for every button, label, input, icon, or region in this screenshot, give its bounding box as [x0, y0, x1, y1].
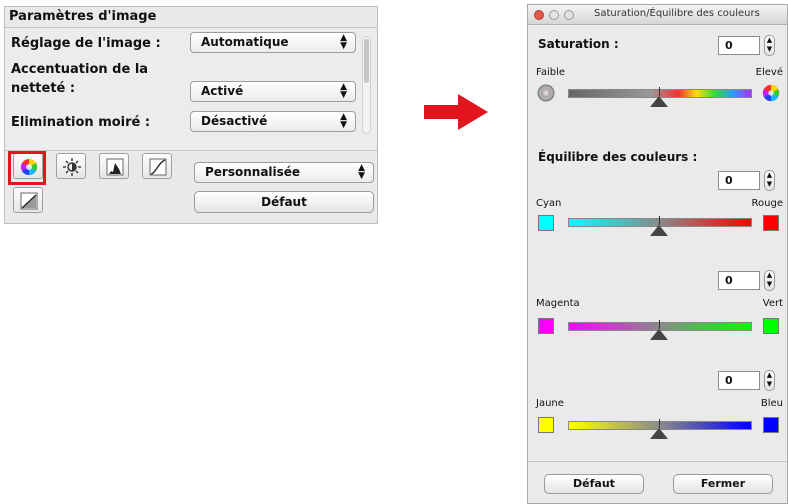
- image-adjustment-label: Réglage de l'image :: [11, 36, 161, 51]
- magenta-green-stepper[interactable]: ▲ ▼: [764, 270, 775, 291]
- sharpness-label-line1: Accentuation de la: [11, 62, 149, 77]
- yellow-label: Jaune: [536, 398, 564, 409]
- select-arrows-icon: ▲ ▼: [340, 112, 347, 130]
- scrollbar-thumb[interactable]: [364, 39, 369, 83]
- magenta-label: Magenta: [536, 298, 580, 309]
- saturation-high-label: Elevé: [755, 67, 783, 78]
- dialog-default-button[interactable]: Défaut: [544, 474, 644, 494]
- histogram-button[interactable]: [99, 153, 129, 179]
- histogram-icon: [106, 158, 124, 176]
- magenta-green-value-field[interactable]: 0: [718, 271, 760, 290]
- yellow-blue-value-field[interactable]: 0: [718, 371, 760, 390]
- moire-select[interactable]: Désactivé ▲ ▼: [190, 111, 356, 132]
- color-balance-label: Équilibre des couleurs :: [538, 150, 698, 164]
- dialog-title: Saturation/Équilibre des couleurs: [594, 8, 760, 19]
- dialog-separator: [528, 461, 787, 462]
- green-label: Vert: [762, 298, 783, 309]
- saturation-stepper[interactable]: ▲ ▼: [764, 35, 775, 56]
- brightness-contrast-icon: [63, 158, 81, 176]
- image-adjustment-select[interactable]: Automatique ▲ ▼: [190, 32, 356, 53]
- saturation-label: Saturation :: [538, 37, 619, 51]
- image-settings-panel: Paramètres d'image Réglage de l'image : …: [4, 6, 378, 224]
- highlight-frame: [8, 151, 46, 185]
- vertical-scrollbar[interactable]: [362, 36, 371, 134]
- cyan-label: Cyan: [536, 198, 562, 209]
- sharpness-label-line2: netteté :: [11, 81, 76, 96]
- blue-swatch: [763, 417, 779, 433]
- minimize-window-icon[interactable]: [549, 10, 559, 20]
- green-swatch: [763, 318, 779, 334]
- moire-label: Elimination moiré :: [11, 115, 151, 130]
- saturation-low-label: Faible: [536, 67, 566, 78]
- saturation-slider-thumb[interactable]: [650, 96, 668, 107]
- low-saturation-icon: [537, 84, 555, 102]
- yellow-blue-slider-thumb[interactable]: [650, 428, 668, 439]
- brightness-contrast-button[interactable]: [56, 153, 86, 179]
- red-swatch: [763, 215, 779, 231]
- zoom-window-icon[interactable]: [564, 10, 574, 20]
- yellow-blue-stepper[interactable]: ▲ ▼: [764, 370, 775, 391]
- select-arrows-icon: ▲ ▼: [340, 82, 347, 100]
- sharpness-select[interactable]: Activé ▲ ▼: [190, 81, 356, 102]
- cyan-red-slider-thumb[interactable]: [650, 225, 668, 236]
- tone-curve-icon: [149, 158, 167, 176]
- red-label: Rouge: [751, 198, 783, 209]
- tone-curve-button[interactable]: [142, 153, 172, 179]
- settings-list: Réglage de l'image : Automatique ▲ ▼ Acce…: [5, 27, 377, 151]
- saturation-slider-center: [659, 87, 660, 96]
- dialog-close-button[interactable]: Fermer: [673, 474, 773, 494]
- cyan-red-stepper[interactable]: ▲ ▼: [764, 170, 775, 191]
- close-window-icon[interactable]: [534, 10, 544, 20]
- cyan-red-slider-center: [659, 216, 660, 225]
- saturation-value-field[interactable]: 0: [718, 36, 760, 55]
- tone-settings-select[interactable]: Personnalisée ▲ ▼: [194, 162, 374, 183]
- select-arrows-icon: ▲ ▼: [340, 33, 347, 51]
- magenta-green-slider-center: [659, 320, 660, 329]
- yellow-swatch: [538, 417, 554, 433]
- high-saturation-icon: [762, 84, 780, 102]
- cyan-swatch: [538, 215, 554, 231]
- yellow-blue-slider-center: [659, 419, 660, 428]
- threshold-button[interactable]: [13, 187, 43, 213]
- dialog-titlebar[interactable]: Saturation/Équilibre des couleurs: [528, 5, 787, 25]
- magenta-swatch: [538, 318, 554, 334]
- panel-title: Paramètres d'image: [9, 9, 157, 24]
- red-arrow-icon: [424, 94, 488, 130]
- saturation-balance-dialog: Saturation/Équilibre des couleurs Satura…: [527, 4, 788, 504]
- blue-label: Bleu: [760, 398, 783, 409]
- magenta-green-slider-thumb[interactable]: [650, 329, 668, 340]
- cyan-red-value-field[interactable]: 0: [718, 171, 760, 190]
- threshold-icon: [20, 192, 38, 210]
- default-button[interactable]: Défaut: [194, 191, 374, 213]
- select-arrows-icon: ▲ ▼: [358, 163, 365, 181]
